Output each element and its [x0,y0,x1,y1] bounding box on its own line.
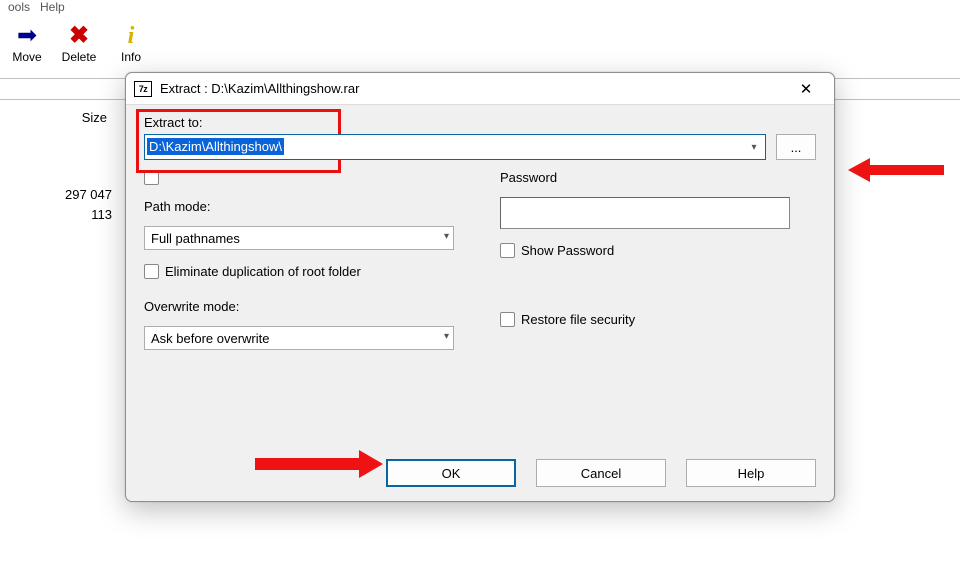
extract-to-combo[interactable]: D:\Kazim\Allthingshow\ ▾ [144,134,766,160]
ok-button[interactable]: OK [386,459,516,487]
delete-x-icon: ✖ [54,22,104,50]
toolbar-move-label: Move [2,50,52,64]
path-mode-value: Full pathnames [151,231,240,246]
password-label: Password [500,170,816,185]
column-header-size[interactable]: Size [0,110,115,125]
path-mode-label: Path mode: [144,199,460,214]
main-toolbar: ➡ Move ✖ Delete i Info [0,18,960,76]
unnamed-checkbox[interactable] [144,170,159,185]
chevron-down-icon: ▾ [444,231,449,242]
path-mode-select[interactable]: Full pathnames ▾ [144,226,454,250]
toolbar-delete-label: Delete [54,50,104,64]
help-button[interactable]: Help [686,459,816,487]
toolbar-info-label: Info [106,50,156,64]
menu-tools[interactable]: ools [8,0,30,18]
menu-help[interactable]: Help [40,0,65,18]
close-button[interactable]: ✕ [784,75,828,103]
restore-security-label: Restore file security [521,312,635,327]
extract-to-input[interactable] [144,134,766,160]
extract-dialog: 7z Extract : D:\Kazim\Allthingshow.rar ✕… [125,72,835,502]
show-password-checkbox[interactable] [500,243,515,258]
overwrite-mode-select[interactable]: Ask before overwrite ▾ [144,326,454,350]
restore-security-checkbox[interactable] [500,312,515,327]
overwrite-mode-value: Ask before overwrite [151,331,270,346]
toolbar-move-button[interactable]: ➡ Move [2,22,52,64]
extract-to-label: Extract to: [144,115,816,130]
toolbar-info-button[interactable]: i Info [106,22,156,64]
annotation-arrow-browse [848,155,948,185]
chevron-down-icon[interactable]: ▾ [744,136,764,158]
file-row-size[interactable]: 297 047 [0,185,112,205]
main-menu-bar: ools Help [0,0,960,18]
seven-zip-icon: 7z [134,81,152,97]
dialog-titlebar: 7z Extract : D:\Kazim\Allthingshow.rar ✕ [126,73,834,105]
dialog-title: Extract : D:\Kazim\Allthingshow.rar [160,81,776,96]
close-icon: ✕ [800,80,813,98]
file-row-size[interactable]: 113 [0,205,112,225]
show-password-label: Show Password [521,243,614,258]
password-input[interactable] [500,197,790,229]
size-column-values: 297 047 113 [0,185,120,225]
info-icon: i [106,22,156,50]
chevron-down-icon: ▾ [444,331,449,342]
browse-button[interactable]: ... [776,134,816,160]
overwrite-mode-label: Overwrite mode: [144,299,460,314]
eliminate-duplication-label: Eliminate duplication of root folder [165,264,361,279]
dialog-button-row: OK Cancel Help [144,449,816,487]
cancel-button[interactable]: Cancel [536,459,666,487]
eliminate-duplication-checkbox[interactable] [144,264,159,279]
arrow-right-icon: ➡ [2,22,52,50]
toolbar-delete-button[interactable]: ✖ Delete [54,22,104,64]
